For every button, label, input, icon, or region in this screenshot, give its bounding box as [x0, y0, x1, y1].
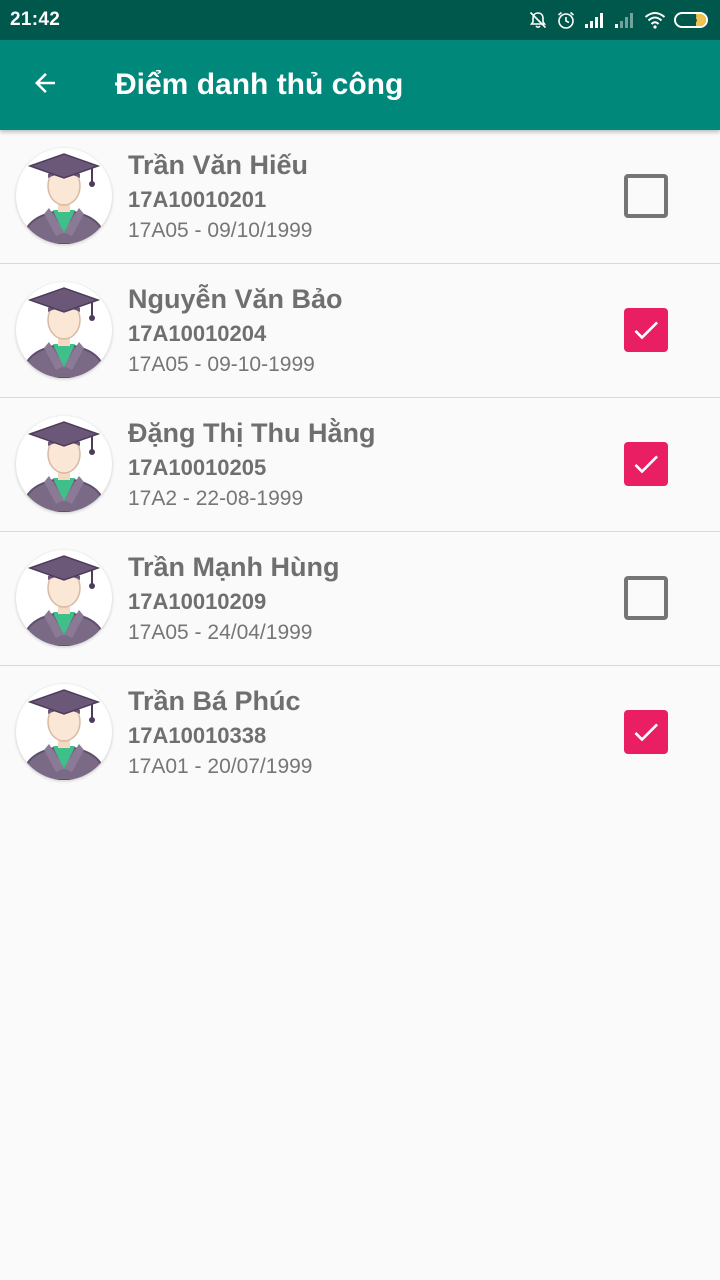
student-row: Đặng Thị Thu Hằng 17A10010205 17A2 - 22-…	[0, 398, 720, 532]
check-icon	[634, 723, 658, 742]
student-class-birthdate: 17A05 - 09/10/1999	[128, 219, 313, 242]
student-row: Trần Bá Phúc 17A10010338 17A01 - 20/07/1…	[0, 666, 720, 799]
student-name: Trần Văn Hiếu	[128, 150, 309, 180]
student-code: 17A10010201	[128, 187, 267, 212]
student-avatar	[16, 148, 112, 244]
student-row: Trần Văn Hiếu 17A10010201 17A05 - 09/10/…	[0, 130, 720, 264]
graduate-avatar-icon	[20, 555, 108, 646]
battery-level: 35	[684, 13, 698, 26]
student-name: Đặng Thị Thu Hằng	[128, 418, 376, 448]
student-name: Trần Mạnh Hùng	[128, 552, 340, 582]
attendance-checkbox[interactable]	[624, 710, 668, 754]
alarm-icon	[556, 10, 576, 30]
graduate-avatar-icon	[20, 287, 108, 378]
student-avatar	[16, 684, 112, 780]
attendance-checkbox[interactable]	[624, 308, 668, 352]
check-icon	[634, 455, 658, 474]
signal-icon	[584, 12, 606, 28]
attendance-checkbox[interactable]	[624, 174, 668, 218]
graduate-avatar-icon	[20, 421, 108, 512]
student-class-birthdate: 17A05 - 09-10-1999	[128, 353, 315, 376]
status-time: 21:42	[10, 9, 61, 30]
student-row: Nguyễn Văn Bảo 17A10010204 17A05 - 09-10…	[0, 264, 720, 398]
back-button[interactable]	[0, 40, 90, 130]
status-bar: 21:42 35	[0, 0, 720, 40]
student-code: 17A10010209	[128, 589, 267, 614]
attendance-checkbox[interactable]	[624, 576, 668, 620]
student-name: Trần Bá Phúc	[128, 686, 301, 716]
page-title: Điểm danh thủ công	[115, 68, 404, 101]
graduate-avatar-icon	[20, 689, 108, 780]
student-code: 17A10010204	[128, 321, 267, 346]
student-list: Trần Văn Hiếu 17A10010201 17A05 - 09/10/…	[0, 130, 720, 799]
notifications-off-icon	[528, 10, 548, 30]
student-row: Trần Mạnh Hùng 17A10010209 17A05 - 24/04…	[0, 532, 720, 666]
student-avatar	[16, 550, 112, 646]
student-avatar	[16, 416, 112, 512]
student-class-birthdate: 17A05 - 24/04/1999	[128, 621, 313, 644]
student-name: Nguyễn Văn Bảo	[128, 284, 343, 314]
wifi-icon	[644, 11, 666, 29]
status-icons: 35	[528, 10, 708, 30]
graduate-avatar-icon	[20, 153, 108, 244]
signal-weak-icon	[614, 12, 636, 28]
student-code: 17A10010338	[128, 723, 267, 748]
app-toolbar: Điểm danh thủ công	[0, 40, 720, 130]
student-avatar	[16, 282, 112, 378]
attendance-checkbox[interactable]	[624, 442, 668, 486]
arrow-back-icon	[30, 68, 60, 103]
student-class-birthdate: 17A2 - 22-08-1999	[128, 487, 304, 510]
student-class-birthdate: 17A01 - 20/07/1999	[128, 755, 313, 778]
student-code: 17A10010205	[128, 455, 267, 480]
battery-icon: 35	[674, 12, 708, 28]
check-icon	[634, 321, 658, 340]
